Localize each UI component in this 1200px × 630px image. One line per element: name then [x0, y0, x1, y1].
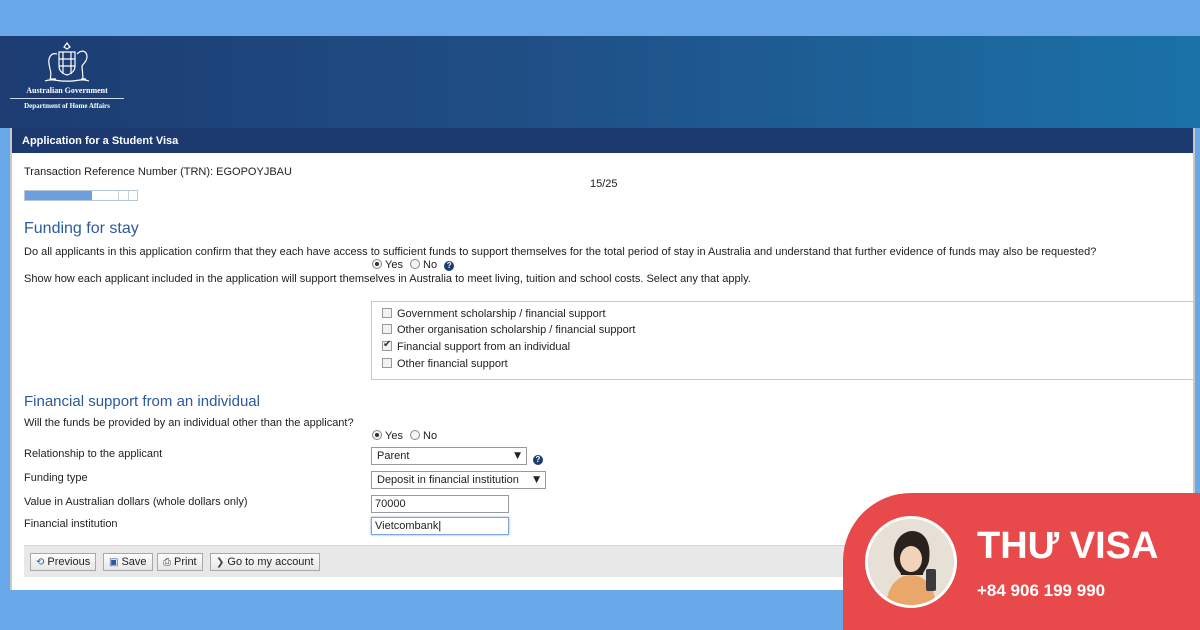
previous-label: Previous: [47, 556, 91, 568]
checkbox[interactable]: [382, 339, 392, 351]
funding-no-radio[interactable]: [410, 259, 421, 269]
checkbox[interactable]: [382, 324, 392, 334]
gov-banner: Australian Government Department of Home…: [0, 36, 1200, 128]
save-label: Save: [121, 556, 147, 568]
institution-value: Vietcombank: [375, 520, 439, 532]
individual-yes-radio[interactable]: [372, 430, 382, 440]
print-label: Print: [174, 556, 197, 568]
funding-question: Do all applicants in this application co…: [24, 246, 1097, 258]
funding-type-select[interactable]: Deposit in financial institution ▼: [371, 471, 546, 489]
funding-yes-label: Yes: [385, 259, 403, 271]
chevron-right-icon: ❯: [216, 557, 225, 568]
text-cursor: |: [438, 520, 442, 532]
trn-label: Transaction Reference Number (TRN): EGOP…: [24, 166, 292, 178]
funding-instruction: Show how each applicant included in the …: [24, 273, 751, 285]
previous-button[interactable]: ⟲ Previous: [30, 553, 97, 571]
option-other-financial-support[interactable]: Other financial support: [382, 358, 508, 370]
option-label: Financial support from an individual: [397, 341, 571, 353]
save-icon: ▣: [109, 557, 119, 568]
value-input[interactable]: 70000: [371, 495, 509, 513]
value-label: Value in Australian dollars (whole dolla…: [24, 496, 248, 508]
funding-heading: Funding for stay: [24, 220, 139, 237]
dropdown-arrow-icon: ▼: [533, 475, 540, 485]
brand-name: THƯ VISA: [977, 525, 1159, 567]
print-button[interactable]: ⎙ Print: [157, 553, 203, 571]
funding-yes-radio[interactable]: [372, 259, 382, 269]
avatar: [865, 516, 957, 608]
person-photo-icon: [868, 519, 954, 605]
australian-government-logo[interactable]: Australian Government Department of Home…: [10, 40, 124, 120]
option-label: Government scholarship / financial suppo…: [397, 308, 606, 320]
funding-type-value: Deposit in financial institution: [377, 474, 519, 486]
brand-phone: +84 906 199 990: [977, 581, 1106, 600]
relationship-help: ?: [533, 449, 543, 467]
progress-bar: [24, 190, 138, 201]
funding-radio-group: Yes No ?: [372, 259, 455, 271]
individual-radio-group: Yes No: [372, 430, 437, 442]
account-label: Go to my account: [227, 556, 314, 568]
progress-fill: [25, 191, 93, 200]
progress-text: 15/25: [590, 178, 618, 190]
relationship-label: Relationship to the applicant: [24, 448, 163, 460]
progress-divider: [118, 191, 119, 200]
option-government-scholarship[interactable]: Government scholarship / financial suppo…: [382, 308, 606, 320]
gov-name: Australian Government: [26, 86, 108, 95]
dropdown-arrow-icon: ▼: [514, 451, 521, 461]
individual-no-radio[interactable]: [410, 430, 421, 440]
individual-heading: Financial support from an individual: [24, 393, 260, 410]
previous-icon: ⟲: [36, 557, 45, 568]
option-support-from-individual[interactable]: Financial support from an individual: [382, 339, 571, 353]
institution-input[interactable]: Vietcombank|: [371, 517, 509, 535]
relationship-value: Parent: [377, 450, 410, 462]
relationship-select[interactable]: Parent ▼: [371, 447, 527, 465]
page-title: Application for a Student Visa: [12, 128, 1193, 153]
checkbox[interactable]: [382, 308, 392, 318]
print-icon: ⎙: [163, 557, 171, 568]
option-label: Other financial support: [397, 358, 508, 370]
help-icon[interactable]: ?: [533, 455, 543, 465]
funding-type-label: Funding type: [24, 472, 88, 484]
individual-no-label: No: [423, 430, 438, 442]
individual-yes-label: Yes: [385, 430, 403, 442]
progress-divider: [128, 191, 129, 200]
coat-of-arms-icon: [44, 42, 90, 82]
go-to-account-button[interactable]: ❯ Go to my account: [210, 553, 320, 571]
option-label: Other organisation scholarship / financi…: [397, 324, 636, 336]
help-icon[interactable]: ?: [444, 261, 455, 271]
checkbox[interactable]: [382, 358, 392, 368]
brand-badge: THƯ VISA +84 906 199 990: [843, 493, 1200, 630]
funding-no-label: No: [423, 259, 438, 271]
institution-label: Financial institution: [24, 518, 118, 530]
individual-question: Will the funds be provided by an individ…: [24, 417, 354, 429]
save-button[interactable]: ▣ Save: [103, 553, 153, 571]
funding-options-box: Government scholarship / financial suppo…: [371, 301, 1195, 380]
department-name: Department of Home Affairs: [10, 98, 124, 110]
option-other-organisation-scholarship[interactable]: Other organisation scholarship / financi…: [382, 324, 635, 336]
